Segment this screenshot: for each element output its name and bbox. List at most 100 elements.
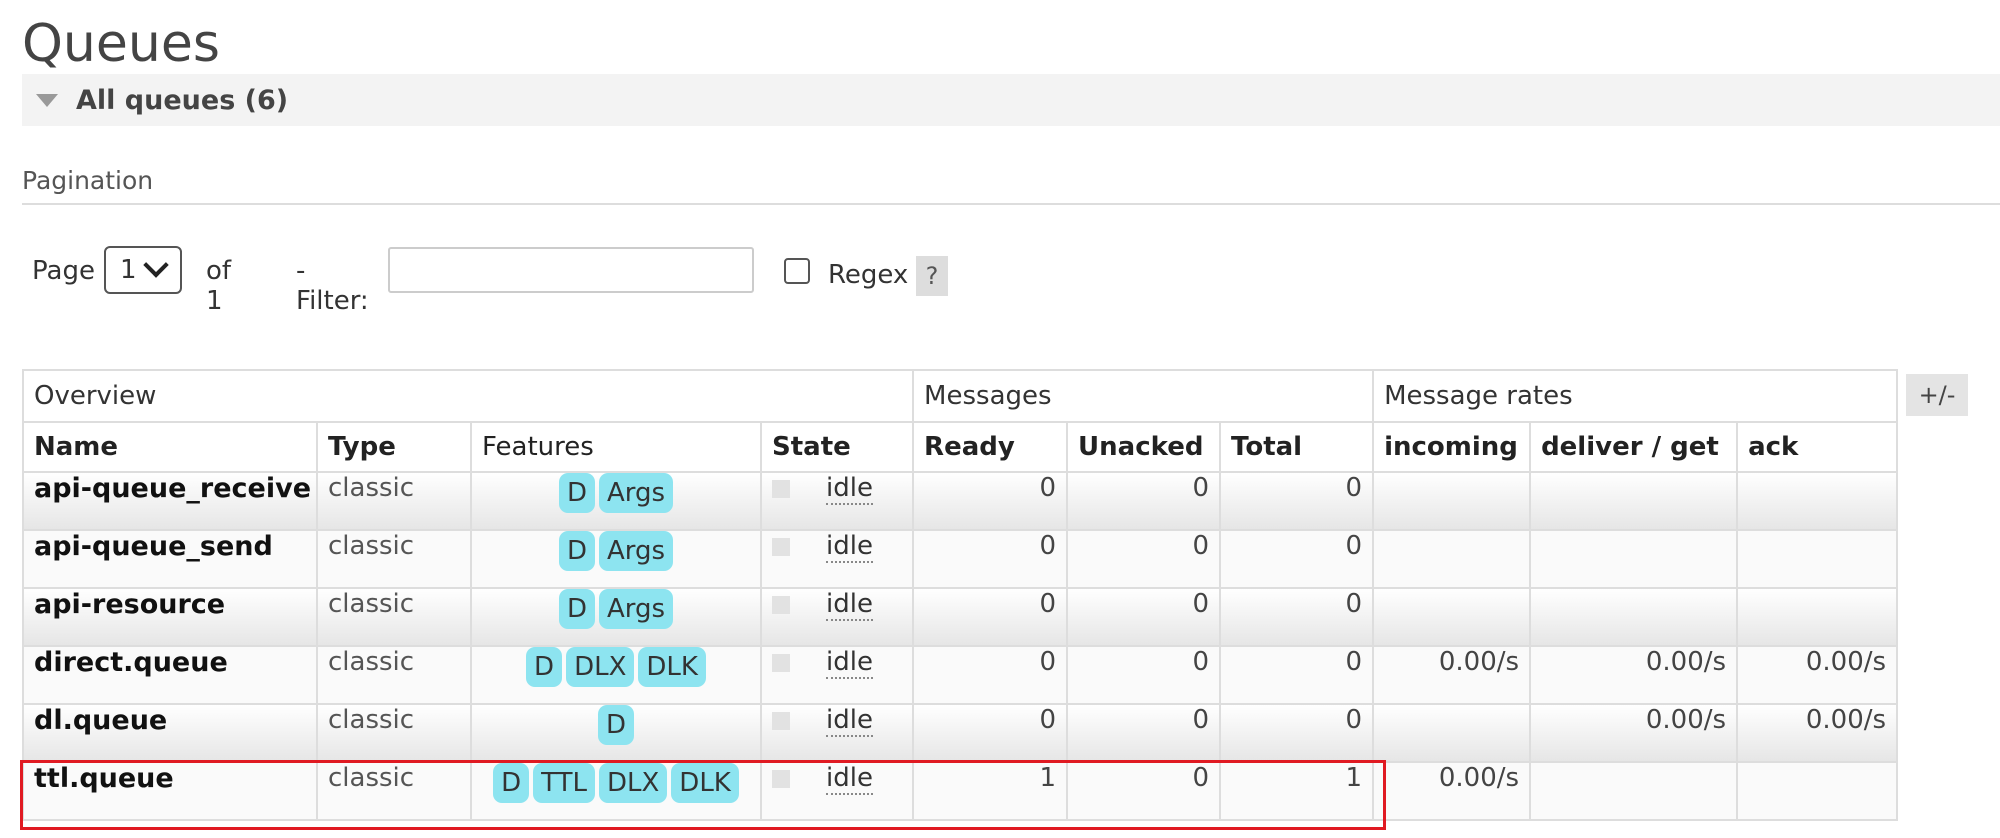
rate-deliver-get: 0.00/s [1529,703,1739,763]
rate-ack [1736,471,1899,531]
column-header-unacked[interactable]: Unacked [1066,421,1222,473]
queue-state: idle [759,645,915,705]
feature-badge: DLX [598,764,668,803]
table-row: api-queue_send classic D Args idle 0 0 0 [22,529,1899,589]
messages-total: 1 [1219,761,1375,821]
queue-type: classic [316,761,472,821]
all-queues-toggle[interactable]: All queues (6) [22,74,2000,126]
feature-badge: D [597,706,635,745]
queue-features: D Args [470,471,762,531]
pagination-label: Pagination [22,166,154,195]
queue-name-link[interactable]: api-resource [22,587,318,647]
rate-ack [1736,761,1899,821]
queue-name-link[interactable]: direct.queue [22,645,318,705]
messages-total: 0 [1219,703,1375,763]
messages-total: 0 [1219,471,1375,531]
state-indicator-icon [772,595,790,614]
rate-incoming: 0.00/s [1372,645,1532,705]
messages-ready: 0 [912,703,1069,763]
feature-badge: DLX [566,648,635,687]
rate-incoming [1372,471,1532,531]
state-indicator-icon [772,537,790,556]
feature-badge: Args [598,474,674,513]
messages-unacked: 0 [1066,587,1222,647]
rate-deliver-get [1529,587,1739,647]
state-label: idle [826,647,873,679]
feature-badge: D [493,764,530,803]
group-header-message-rates: Message rates [1372,369,1899,423]
queue-features: D TTL DLX DLK [470,761,762,821]
column-header-ack[interactable]: ack [1736,421,1899,473]
rate-ack [1736,529,1899,589]
queue-name-link[interactable]: api-queue_send [22,529,318,589]
table-row: ttl.queue classic D TTL DLX DLK idle 1 0 1 0.00/s [22,761,1899,821]
queues-table: Overview Messages Message rates Name Typ… [21,369,1899,821]
messages-ready: 0 [912,645,1069,705]
section-title: All queues (6) [76,84,289,116]
state-label: idle [826,473,873,505]
queue-type: classic [316,529,472,589]
messages-total: 0 [1219,529,1375,589]
column-toggle-button[interactable]: +/- [1906,374,1968,416]
messages-unacked: 0 [1066,761,1222,821]
rate-deliver-get [1529,529,1739,589]
messages-unacked: 0 [1066,703,1222,763]
queue-state: idle [759,587,915,647]
column-header-total[interactable]: Total [1219,421,1375,473]
state-label: idle [826,589,873,621]
column-header-name[interactable]: Name [22,421,318,473]
messages-unacked: 0 [1066,471,1222,531]
messages-total: 0 [1219,645,1375,705]
state-indicator-icon [772,479,790,498]
queue-name-link[interactable]: ttl.queue [22,761,318,821]
queue-state: idle [759,703,915,763]
page-select-value: 1 [120,255,137,285]
regex-help-button[interactable]: ? [916,256,948,296]
state-indicator-icon [772,711,790,730]
regex-label: Regex [828,260,909,290]
queue-features: D DLX DLK [470,645,762,705]
page-select[interactable]: 1 [104,246,182,294]
column-header-state[interactable]: State [759,421,915,473]
feature-badge: DLK [638,648,706,687]
state-indicator-icon [772,653,790,672]
table-row: direct.queue classic D DLX DLK idle 0 0 0 0.00/s 0… [22,645,1899,705]
column-header-incoming[interactable]: incoming [1372,421,1532,473]
collapse-triangle-icon [36,93,58,107]
rate-deliver-get: 0.00/s [1529,645,1739,705]
feature-badge: TTL [533,764,595,803]
queue-features: D [470,703,762,763]
chevron-down-icon [142,252,169,278]
queue-name-link[interactable]: api-queue_receive [22,471,318,531]
messages-ready: 0 [912,471,1069,531]
messages-unacked: 0 [1066,645,1222,705]
page-title: Queues [22,14,220,74]
column-header-deliver-get[interactable]: deliver / get [1529,421,1739,473]
rate-incoming [1372,703,1532,763]
messages-total: 0 [1219,587,1375,647]
feature-badge: D [558,532,595,571]
regex-checkbox[interactable] [784,258,810,284]
queue-type: classic [316,587,472,647]
queue-type: classic [316,703,472,763]
queue-state: idle [759,471,915,531]
column-header-type[interactable]: Type [316,421,472,473]
messages-unacked: 0 [1066,529,1222,589]
rate-ack [1736,587,1899,647]
table-row: api-queue_receive classic D Args idle 0 0 0 [22,471,1899,531]
rate-incoming [1372,587,1532,647]
feature-badge: Args [598,532,674,571]
queue-name-link[interactable]: dl.queue [22,703,318,763]
table-row: dl.queue classic Didle 0 0 0 0.00/s 0.00/s [22,703,1899,763]
state-label: idle [826,763,873,795]
column-header-ready[interactable]: Ready [912,421,1069,473]
state-label: idle [826,531,873,563]
group-header-overview: Overview [21,369,915,423]
queue-state: idle [759,761,915,821]
filter-label: - Filter: [296,256,369,316]
messages-ready: 1 [912,761,1069,821]
feature-badge: D [526,648,563,687]
page-count-label: of 1 [206,256,232,316]
feature-badge: D [558,474,595,513]
filter-input[interactable] [388,247,754,293]
